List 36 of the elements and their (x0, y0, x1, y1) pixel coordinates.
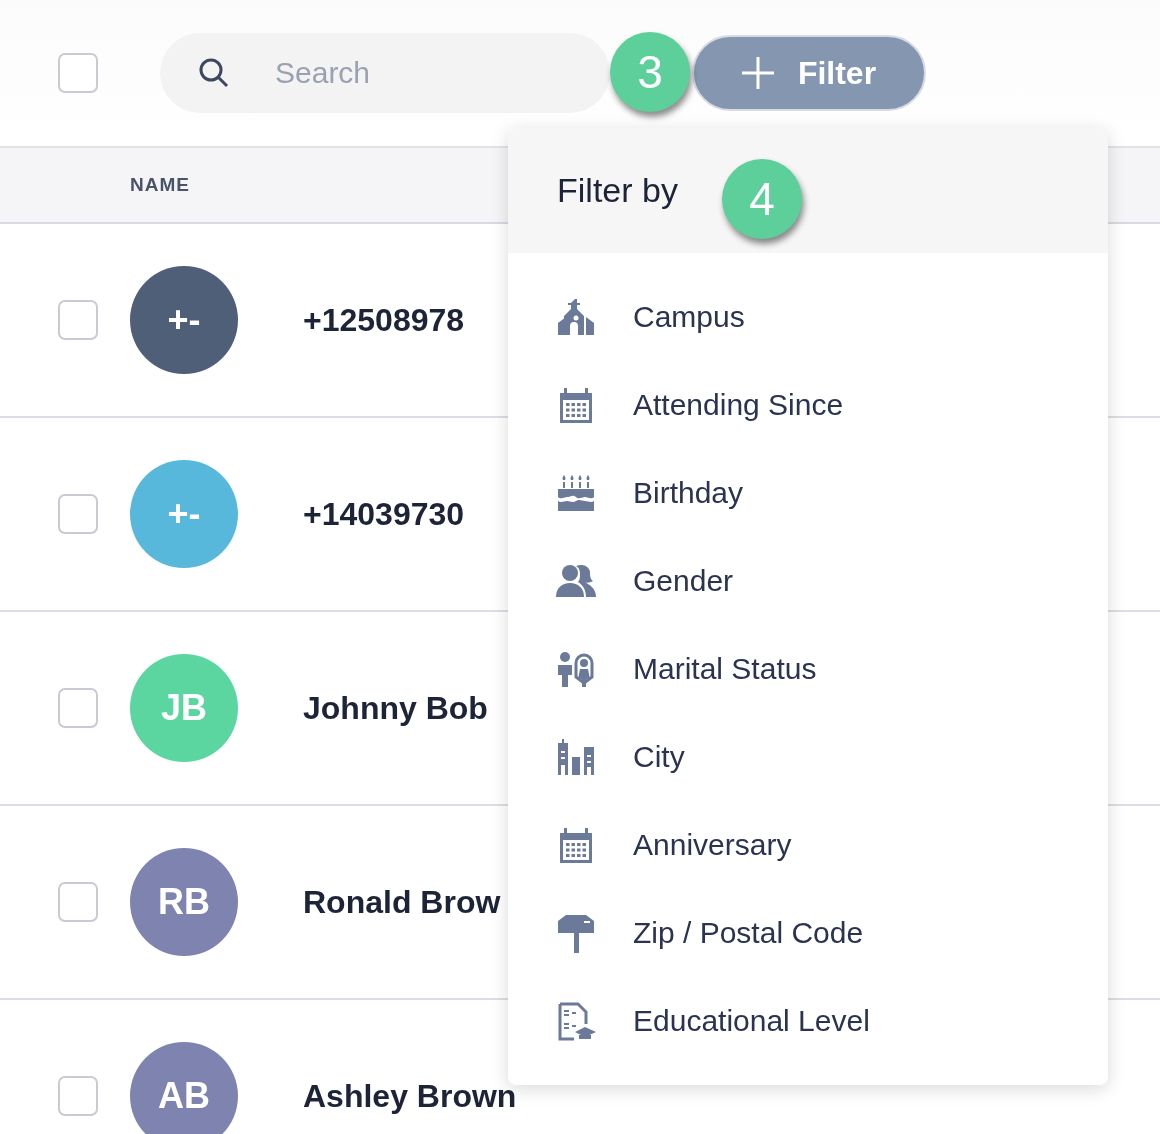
contact-name: +14039730 (303, 495, 465, 533)
buildings-icon (556, 737, 596, 777)
plus-icon (741, 57, 774, 89)
education-icon (556, 1001, 596, 1041)
search-icon (198, 57, 230, 89)
filter-option[interactable]: City (633, 740, 685, 774)
checkbox[interactable] (58, 688, 98, 728)
contact-name: Ashley Brown (303, 1077, 517, 1115)
avatar: +- (130, 460, 238, 568)
contact-name: +12508978 (303, 301, 465, 339)
filter-option[interactable]: Educational Level (633, 1004, 870, 1038)
filter-option[interactable]: Gender (633, 564, 734, 598)
contact-name: Ronald Brow (303, 883, 501, 921)
search-field[interactable]: Search (160, 33, 610, 113)
filter-option[interactable]: Attending Since (633, 388, 844, 422)
filter-option[interactable]: Marital Status (633, 652, 817, 686)
church-icon (556, 297, 596, 337)
avatar: JB (130, 654, 238, 762)
filter-option[interactable]: Anniversary (633, 828, 792, 862)
checkbox[interactable] (58, 882, 98, 922)
dropdown-title: Filter by (557, 171, 678, 210)
contact-name: Johnny Bob (303, 689, 488, 727)
mailbox-icon (556, 913, 596, 953)
avatar: AB (130, 1042, 238, 1134)
avatar: +- (130, 266, 238, 374)
checkbox[interactable] (58, 1076, 98, 1116)
filter-option[interactable]: Birthday (633, 476, 744, 510)
filter-option[interactable]: Campus (633, 300, 745, 334)
checkbox[interactable] (58, 53, 98, 93)
avatar: RB (130, 848, 238, 956)
cake-icon (556, 473, 596, 513)
checkbox[interactable] (58, 494, 98, 534)
couple-icon (556, 649, 596, 689)
filter-option[interactable]: Zip / Postal Code (633, 916, 864, 950)
column-header: NAME (130, 174, 190, 196)
checkbox[interactable] (58, 300, 98, 340)
